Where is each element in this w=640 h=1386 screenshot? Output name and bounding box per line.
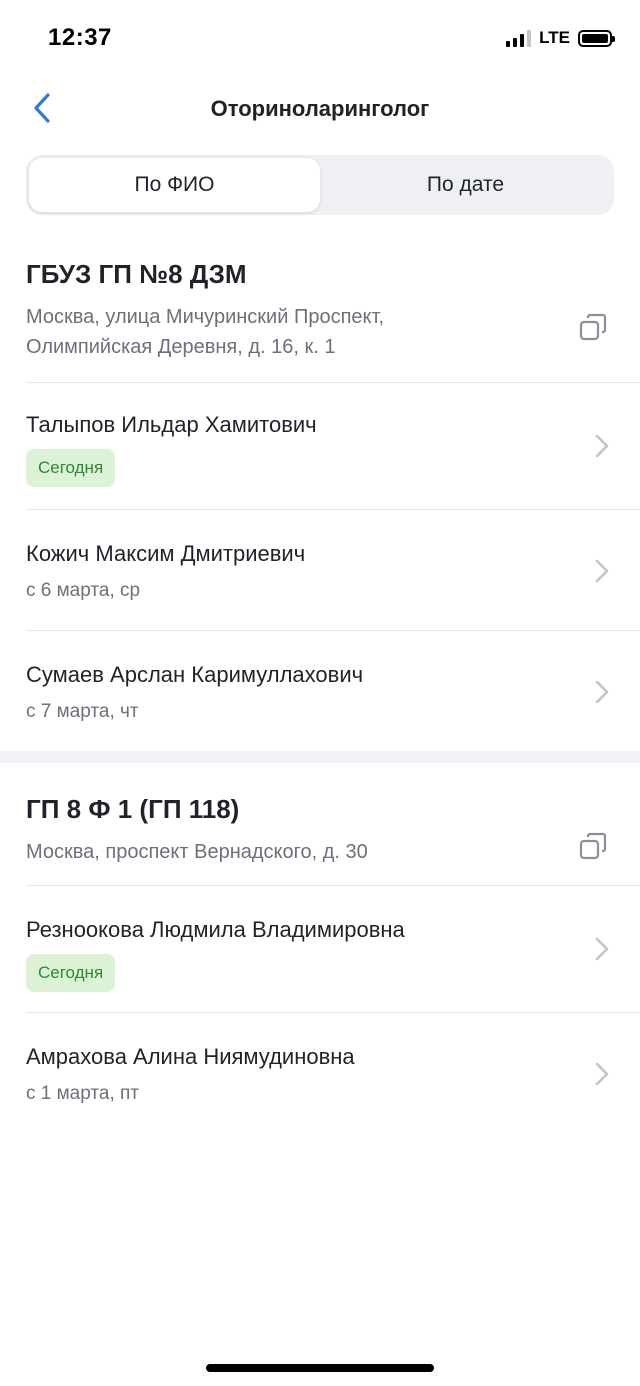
battery-icon — [578, 29, 615, 47]
doctor-name: Кожич Максим Дмитриевич — [26, 541, 306, 566]
clinic-header: ГБУЗ ГП №8 ДЗМ Москва, улица Мичуринский… — [0, 236, 640, 382]
today-badge: Сегодня — [26, 954, 116, 992]
availability-text: с 6 марта, ср — [26, 580, 141, 601]
clinic-list: ГБУЗ ГП №8 ДЗМ Москва, улица Мичуринский… — [0, 236, 640, 1133]
network-type: LTE — [539, 28, 570, 47]
doctor-row[interactable]: Резноокова Людмила Владимировна Сегодня — [0, 886, 640, 1012]
clinic-address: Москва, улица Мичуринский Проспект, Олим… — [26, 306, 384, 358]
doctor-row[interactable]: Сумаев Арслан Каримуллахович с 7 марта, … — [0, 631, 640, 751]
nav-bar: Оториноларинголог — [0, 78, 640, 140]
copy-icon[interactable] — [578, 312, 610, 344]
tab-by-name[interactable]: По ФИО — [29, 158, 320, 212]
clinic-header: ГП 8 Ф 1 (ГП 118) Москва, проспект Верна… — [0, 763, 640, 885]
signal-icon — [506, 29, 532, 47]
availability-text: с 7 марта, чт — [26, 701, 139, 722]
doctor-name: Сумаев Арслан Каримуллахович — [26, 662, 364, 687]
doctor-row[interactable]: Талыпов Ильдар Хамитович Сегодня — [0, 383, 640, 509]
status-time: 12:37 — [48, 24, 112, 51]
today-badge: Сегодня — [26, 449, 116, 487]
chevron-right-icon — [595, 434, 609, 458]
doctor-row[interactable]: Кожич Максим Дмитриевич с 6 марта, ср — [0, 510, 640, 630]
doctor-row[interactable]: Амрахова Алина Ниямудиновна с 1 марта, п… — [0, 1013, 640, 1133]
clinic-name: ГП 8 Ф 1 (ГП 118) — [26, 794, 240, 824]
chevron-right-icon — [595, 680, 609, 704]
availability-text: с 1 марта, пт — [26, 1083, 140, 1104]
status-bar: 12:37 LTE — [0, 0, 640, 76]
sort-segmented-control: По ФИО По дате — [26, 155, 614, 215]
chevron-right-icon — [595, 559, 609, 583]
tab-by-date[interactable]: По дате — [320, 158, 611, 212]
copy-icon[interactable] — [578, 831, 610, 863]
chevron-right-icon — [595, 937, 609, 961]
clinic-address: Москва, проспект Вернадского, д. 30 — [26, 841, 368, 863]
doctor-name: Талыпов Ильдар Хамитович — [26, 412, 317, 437]
chevron-right-icon — [595, 1062, 609, 1086]
doctor-name: Резноокова Людмила Владимировна — [26, 917, 405, 942]
clinic-name: ГБУЗ ГП №8 ДЗМ — [26, 259, 247, 289]
status-indicators: LTE — [506, 28, 615, 48]
section-separator — [0, 751, 640, 763]
home-indicator — [206, 1364, 434, 1372]
page-title: Оториноларинголог — [210, 96, 430, 121]
doctor-name: Амрахова Алина Ниямудиновна — [26, 1044, 355, 1069]
